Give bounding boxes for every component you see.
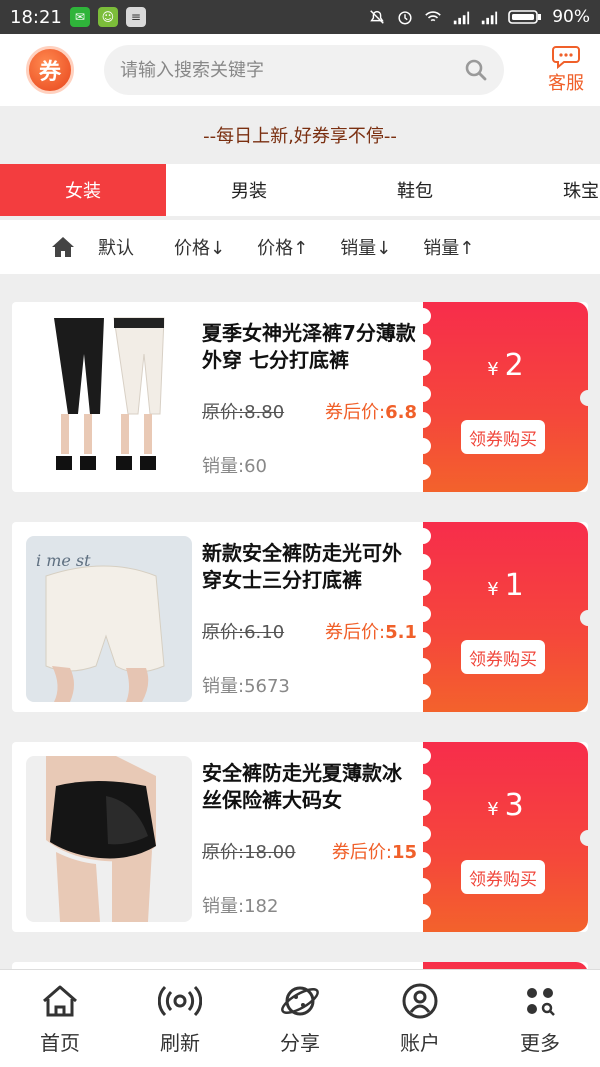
sort-sales-desc[interactable]: 销量↓ xyxy=(340,234,391,260)
coupon-value: ¥1 xyxy=(487,568,524,603)
nav-home[interactable]: 首页 xyxy=(0,970,120,1067)
product-card[interactable]: 安全裤防走光夏薄款冰丝保险裤大码女 原价:18.00 券后价:15 销量:182… xyxy=(12,742,588,932)
coupon-panel[interactable]: ¥3 领券购买 xyxy=(415,742,588,932)
alarm-icon xyxy=(398,11,412,25)
product-title[interactable]: 安全裤防走光夏薄款冰丝保险裤大码女 xyxy=(202,760,417,814)
product-image-leggings[interactable] xyxy=(26,316,192,482)
original-price: 原价:8.80 xyxy=(202,402,285,423)
nav-more[interactable]: 更多 xyxy=(480,970,600,1067)
coupon-price: 券后价:6.8 xyxy=(325,402,417,423)
category-tabs: 女装 男装 鞋包 珠宝 xyxy=(0,164,600,216)
tab-womens[interactable]: 女装 xyxy=(0,164,166,216)
battery-icon xyxy=(508,10,542,24)
customer-service-button[interactable]: 客服 xyxy=(548,45,584,95)
more-icon xyxy=(527,988,555,1016)
bottom-navigation: 首页 刷新 分享 账户 更多 xyxy=(0,969,600,1067)
sales-count: 销量:5673 xyxy=(202,676,290,697)
sales-count: 销量:182 xyxy=(202,896,279,917)
product-title[interactable]: 新款安全裤防走光可外穿女士三分打底裤 xyxy=(202,540,417,594)
planet-icon xyxy=(281,986,319,1016)
coupon-value: ¥3 xyxy=(487,788,524,823)
sort-price-asc[interactable]: 价格↑ xyxy=(257,234,308,260)
sort-bar: 默认 价格↓ 价格↑ 销量↓ 销量↑ xyxy=(0,220,600,274)
coupon-logo[interactable]: 券 xyxy=(26,46,74,94)
coupon-price: 券后价:5.1 xyxy=(325,622,417,643)
sort-sales-asc[interactable]: 销量↑ xyxy=(423,234,474,260)
get-coupon-button[interactable]: 领券购买 xyxy=(461,640,545,674)
chat-bubble-icon xyxy=(552,46,580,69)
notes-icon: ≡ xyxy=(125,7,146,27)
product-title[interactable]: 夏季女神光泽裤7分薄款外穿 七分打底裤 xyxy=(202,320,417,374)
product-image-safety-shorts[interactable]: i me st promi xyxy=(26,536,192,702)
home-icon xyxy=(43,985,77,1017)
top-header: 券 客服 xyxy=(0,34,600,106)
get-coupon-button[interactable]: 领券购买 xyxy=(461,420,545,454)
sales-count: 销量:60 xyxy=(202,456,267,477)
android-app-icon: ☺ xyxy=(97,7,118,27)
sort-default[interactable]: 默认 xyxy=(98,234,134,260)
nav-account[interactable]: 账户 xyxy=(360,970,480,1067)
service-label: 客服 xyxy=(548,73,584,94)
product-card[interactable]: i me st promi 新款安全裤防走光可外穿女士三分打底裤 原价:6.10… xyxy=(12,522,588,712)
wechat-icon: ✉ xyxy=(69,7,90,27)
sort-price-desc[interactable]: 价格↓ xyxy=(174,234,225,260)
status-time: 18:21 xyxy=(10,6,62,28)
coupon-panel[interactable]: ¥1 领券购买 xyxy=(415,522,588,712)
tab-jewelry[interactable]: 珠宝 xyxy=(498,164,600,216)
original-price: 原价:6.10 xyxy=(202,622,285,643)
battery-level: 90% xyxy=(552,7,590,27)
home-icon[interactable] xyxy=(50,234,76,260)
signal-2-icon xyxy=(482,11,498,25)
search-bar[interactable] xyxy=(104,45,504,95)
get-coupon-button[interactable]: 领券购买 xyxy=(461,860,545,894)
nav-refresh[interactable]: 刷新 xyxy=(120,970,240,1067)
coupon-panel[interactable]: ¥2 领券购买 xyxy=(415,302,588,492)
broadcast-icon xyxy=(158,985,202,1017)
search-input[interactable] xyxy=(120,59,464,81)
user-icon xyxy=(402,983,438,1019)
search-icon[interactable] xyxy=(464,58,488,82)
nav-share[interactable]: 分享 xyxy=(240,970,360,1067)
coupon-price: 券后价:15 xyxy=(331,842,417,863)
price-row: 原价:6.10 券后价:5.1 xyxy=(202,618,417,644)
product-image-black-shorts[interactable] xyxy=(26,756,192,922)
tab-shoes-bags[interactable]: 鞋包 xyxy=(332,164,498,216)
coupon-value: ¥2 xyxy=(487,348,524,383)
status-bar: 18:21 ✉ ☺ ≡ 90% xyxy=(0,0,600,34)
mute-icon xyxy=(370,10,385,24)
price-row: 原价:8.80 券后价:6.8 xyxy=(202,398,417,424)
slogan-banner: --每日上新,好券享不停-- xyxy=(0,106,600,164)
wifi-icon xyxy=(425,11,441,22)
tab-mens[interactable]: 男装 xyxy=(166,164,332,216)
signal-icon xyxy=(454,11,470,25)
product-card[interactable]: 夏季女神光泽裤7分薄款外穿 七分打底裤 原价:8.80 券后价:6.8 销量:6… xyxy=(12,302,588,492)
price-row: 原价:18.00 券后价:15 xyxy=(202,838,417,864)
original-price: 原价:18.00 xyxy=(202,842,296,863)
